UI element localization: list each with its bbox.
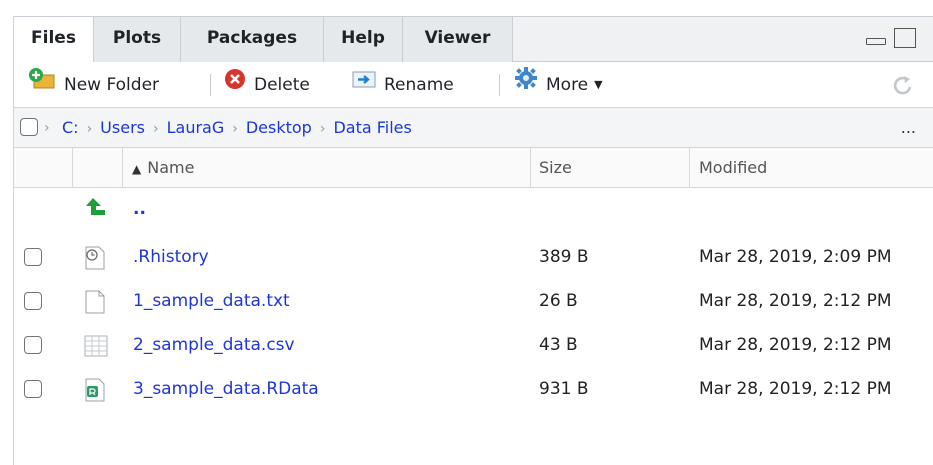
column-header-size[interactable]: Size (539, 148, 572, 188)
gear-icon (514, 62, 538, 108)
pane-tab-bar: Files Plots Packages Help Viewer (14, 16, 933, 63)
new-folder-label: New Folder (64, 75, 160, 95)
more-menu-button[interactable]: More ▼ (514, 62, 603, 108)
row-checkbox[interactable] (24, 380, 42, 398)
file-name-link[interactable]: 3_sample_data.RData (133, 369, 319, 409)
rename-button[interactable]: Rename (352, 62, 454, 108)
file-name-link[interactable]: .Rhistory (133, 237, 209, 277)
file-modified: Mar 28, 2019, 2:12 PM (699, 335, 892, 355)
file-modified: Mar 28, 2019, 2:12 PM (699, 379, 892, 399)
file-modified: Mar 28, 2019, 2:09 PM (699, 247, 892, 267)
breadcrumb-data-files[interactable]: Data Files (333, 118, 411, 137)
select-all-checkbox[interactable] (20, 118, 38, 136)
breadcrumb-more-button[interactable]: ... (901, 108, 916, 148)
up-arrow-icon (84, 196, 106, 224)
table-row[interactable]: 3_sample_data.RData 931 B Mar 28, 2019, … (14, 369, 933, 409)
breadcrumb-separator: › (152, 121, 159, 137)
row-checkbox[interactable] (24, 292, 42, 310)
breadcrumb-c-drive[interactable]: C: (62, 118, 79, 137)
new-folder-icon (28, 62, 56, 108)
table-row[interactable]: 2_sample_data.csv 43 B Mar 28, 2019, 2:1… (14, 325, 933, 365)
tab-viewer[interactable]: Viewer (403, 17, 513, 62)
files-toolbar: New Folder Delete Rename More ▼ (14, 62, 933, 108)
column-header-name[interactable]: ▲ Name (132, 148, 194, 188)
column-divider (122, 148, 123, 188)
tab-plots[interactable]: Plots (94, 17, 181, 62)
table-row[interactable]: 1_sample_data.txt 26 B Mar 28, 2019, 2:1… (14, 281, 933, 321)
breadcrumb-separator: › (319, 121, 326, 137)
rename-icon (352, 62, 376, 108)
tab-help[interactable]: Help (324, 17, 403, 62)
column-divider (689, 148, 690, 188)
row-checkbox[interactable] (24, 336, 42, 354)
path-breadcrumb-bar: › C: › Users › LauraG › Desktop › Data Files ... (14, 108, 933, 148)
file-size: 931 B (539, 379, 589, 399)
file-name-link[interactable]: 2_sample_data.csv (133, 325, 295, 365)
sort-ascending-icon: ▲ (132, 162, 142, 176)
toolbar-separator (499, 74, 500, 96)
tab-files[interactable]: Files (14, 17, 94, 63)
pane-controls (865, 27, 916, 53)
breadcrumb-laurag[interactable]: LauraG (167, 118, 225, 137)
breadcrumb-separator: › (86, 121, 93, 137)
files-pane: Files Plots Packages Help Viewer New Fol… (13, 16, 933, 465)
text-file-icon (84, 290, 106, 318)
more-label: More (546, 75, 589, 95)
breadcrumb-separator: › (232, 121, 238, 137)
delete-label: Delete (254, 75, 310, 95)
maximize-pane-icon[interactable] (894, 27, 916, 48)
breadcrumb-chevron-icon: › (44, 120, 50, 136)
chevron-down-icon: ▼ (594, 78, 603, 91)
tab-packages[interactable]: Packages (181, 17, 324, 62)
parent-directory-row[interactable]: .. (14, 189, 933, 229)
breadcrumb-users[interactable]: Users (100, 118, 145, 137)
rename-label: Rename (384, 75, 454, 95)
delete-button[interactable]: Delete (224, 62, 310, 108)
file-name-link[interactable]: 1_sample_data.txt (133, 281, 290, 321)
breadcrumb: C: › Users › LauraG › Desktop › Data Files (62, 108, 412, 148)
table-row[interactable]: .Rhistory 389 B Mar 28, 2019, 2:09 PM (14, 237, 933, 277)
file-size: 43 B (539, 335, 578, 355)
file-size: 389 B (539, 247, 589, 267)
refresh-icon[interactable] (892, 73, 914, 101)
breadcrumb-desktop[interactable]: Desktop (246, 118, 312, 137)
history-file-icon (84, 246, 106, 274)
minimize-pane-icon[interactable] (865, 28, 887, 48)
toolbar-separator (210, 74, 211, 96)
delete-icon (224, 62, 246, 108)
row-checkbox[interactable] (24, 248, 42, 266)
column-header-name-label: Name (147, 158, 195, 177)
rdata-file-icon (84, 378, 106, 406)
column-header-modified[interactable]: Modified (699, 148, 767, 188)
column-divider (72, 148, 73, 188)
parent-directory-link[interactable]: .. (133, 189, 146, 229)
file-table-header: ▲ Name Size Modified (14, 148, 933, 188)
new-folder-button[interactable]: New Folder (28, 62, 159, 108)
csv-file-icon (84, 334, 108, 362)
file-modified: Mar 28, 2019, 2:12 PM (699, 291, 892, 311)
file-size: 26 B (539, 291, 578, 311)
column-divider (530, 148, 531, 188)
